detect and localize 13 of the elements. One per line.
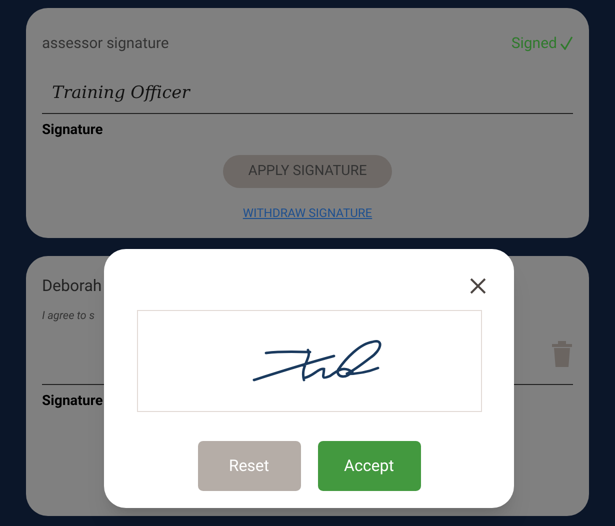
- accept-button[interactable]: Accept: [318, 441, 420, 491]
- field-label: Signature: [42, 392, 103, 410]
- signed-status: Signed: [511, 33, 557, 54]
- signature-pad[interactable]: [136, 310, 482, 412]
- reset-button[interactable]: Reset: [198, 441, 300, 491]
- withdraw-signature-link[interactable]: WITHDRAW SIGNATURE: [242, 204, 372, 222]
- card-title: assessor signature: [42, 33, 169, 54]
- agreement-text: I agree to s: [42, 308, 95, 324]
- signature-text: Training Officer: [52, 82, 190, 105]
- field-label: Signature: [42, 120, 103, 140]
- apply-signature-button[interactable]: APPLY SIGNATURE: [223, 154, 392, 188]
- close-icon[interactable]: [469, 277, 487, 295]
- card-title: Deborah: [42, 275, 102, 297]
